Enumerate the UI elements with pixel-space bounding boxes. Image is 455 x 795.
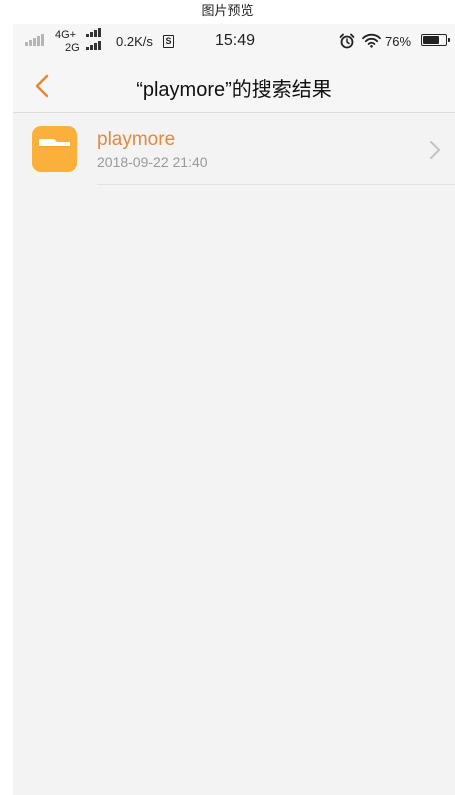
chevron-right-icon xyxy=(430,141,440,159)
search-result-list: playmore 2018-09-22 21:40 xyxy=(13,113,455,185)
list-item[interactable]: playmore 2018-09-22 21:40 xyxy=(13,113,455,185)
phone-screen: 4G+ 2G 0.2K/s S 15:49 76% “playmore”的搜索结… xyxy=(13,24,455,795)
network-type-secondary: 2G xyxy=(65,42,80,54)
alarm-icon xyxy=(339,33,355,49)
folder-icon xyxy=(32,126,77,172)
battery-fill xyxy=(423,36,439,44)
back-button[interactable] xyxy=(27,71,57,101)
item-name: playmore xyxy=(97,129,176,150)
viewer-title: 图片预览 xyxy=(201,3,254,18)
battery-percent: 76% xyxy=(385,34,412,49)
network-speed: 0.2K/s xyxy=(116,34,153,49)
viewer-title-bar: 图片预览 xyxy=(0,0,455,24)
signal-primary-icon xyxy=(86,28,101,37)
page-title: “playmore”的搜索结果 xyxy=(136,79,332,101)
battery-icon xyxy=(421,34,450,46)
status-time: 15:49 xyxy=(215,32,256,49)
row-divider xyxy=(97,184,455,185)
navigation-bar: “playmore”的搜索结果 xyxy=(13,60,455,113)
wifi-icon xyxy=(362,33,381,48)
signal-secondary-icon xyxy=(86,41,101,50)
battery-cap xyxy=(448,38,450,42)
list-item-text: playmore 2018-09-22 21:40 xyxy=(97,129,208,170)
network-type-primary: 4G+ xyxy=(55,29,77,41)
item-date: 2018-09-22 21:40 xyxy=(97,154,208,170)
chevron-left-icon xyxy=(35,74,49,98)
status-bar: 4G+ 2G 0.2K/s S 15:49 76% xyxy=(13,24,455,60)
signal-icon xyxy=(25,34,44,46)
speed-badge-icon: S xyxy=(163,35,174,48)
